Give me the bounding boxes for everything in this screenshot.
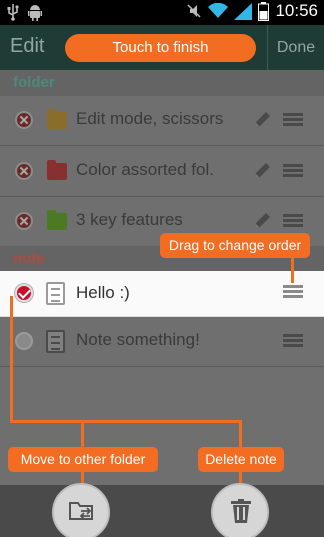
- signal-icon: [234, 2, 253, 20]
- note-icon: [46, 282, 65, 305]
- trash-icon: [231, 499, 251, 523]
- drag-handle-icon[interactable]: [283, 214, 303, 228]
- callout-line: [10, 420, 242, 423]
- delete-icon[interactable]: [15, 212, 33, 230]
- note-label: Note something!: [76, 330, 200, 349]
- folder-label: Edit mode, scissors: [76, 109, 224, 128]
- clock: 10:56: [275, 1, 318, 20]
- folder-label: Color assorted fol.: [76, 160, 214, 179]
- battery-icon: [258, 1, 270, 21]
- folder-row[interactable]: Edit mode, scissors: [0, 96, 324, 146]
- drag-handle-icon[interactable]: [283, 285, 303, 299]
- callout-line: [81, 420, 84, 448]
- callout-line: [10, 296, 13, 422]
- pencil-icon[interactable]: [252, 110, 272, 130]
- done-button[interactable]: Done: [267, 25, 324, 70]
- callout-line: [239, 420, 242, 448]
- usb-icon: [7, 4, 19, 21]
- note-row[interactable]: Note something!: [0, 317, 324, 367]
- drag-handle-icon[interactable]: [283, 113, 303, 127]
- pencil-icon[interactable]: [252, 211, 272, 231]
- delete-icon[interactable]: [15, 111, 33, 129]
- pencil-icon[interactable]: [252, 161, 272, 181]
- bottom-bar: [0, 485, 324, 537]
- callout-line: [291, 256, 294, 283]
- delete-icon[interactable]: [15, 162, 33, 180]
- checkbox[interactable]: [15, 332, 33, 350]
- folder-icon: [47, 160, 67, 180]
- mute-icon: [187, 4, 201, 18]
- delete-note-button[interactable]: [211, 483, 269, 537]
- note-label: Hello :): [76, 283, 130, 302]
- note-row[interactable]: Hello :): [0, 271, 324, 317]
- move-to-folder-button[interactable]: [52, 483, 110, 537]
- folder-icon: [47, 210, 67, 230]
- drag-callout: Drag to change order: [160, 233, 310, 258]
- folder-icon: [47, 109, 67, 129]
- folder-label: 3 key features: [76, 210, 183, 229]
- drag-handle-icon[interactable]: [283, 164, 303, 178]
- drag-handle-icon[interactable]: [283, 334, 303, 348]
- action-bar: Edit Touch to finish Done: [0, 25, 324, 70]
- move-folder-icon: [69, 502, 93, 520]
- note-icon: [46, 330, 65, 353]
- page-title: Edit: [10, 35, 45, 57]
- checked-checkbox[interactable]: [15, 284, 33, 302]
- folder-row[interactable]: Color assorted fol.: [0, 147, 324, 197]
- folder-section-header: folder: [0, 70, 324, 96]
- move-callout: Move to other folder: [8, 447, 158, 472]
- android-icon: [28, 5, 42, 21]
- delete-callout: Delete note: [198, 447, 284, 472]
- wifi-icon: [208, 3, 229, 18]
- status-bar: 10:56: [0, 0, 324, 25]
- finish-editing-button[interactable]: Touch to finish: [65, 34, 256, 62]
